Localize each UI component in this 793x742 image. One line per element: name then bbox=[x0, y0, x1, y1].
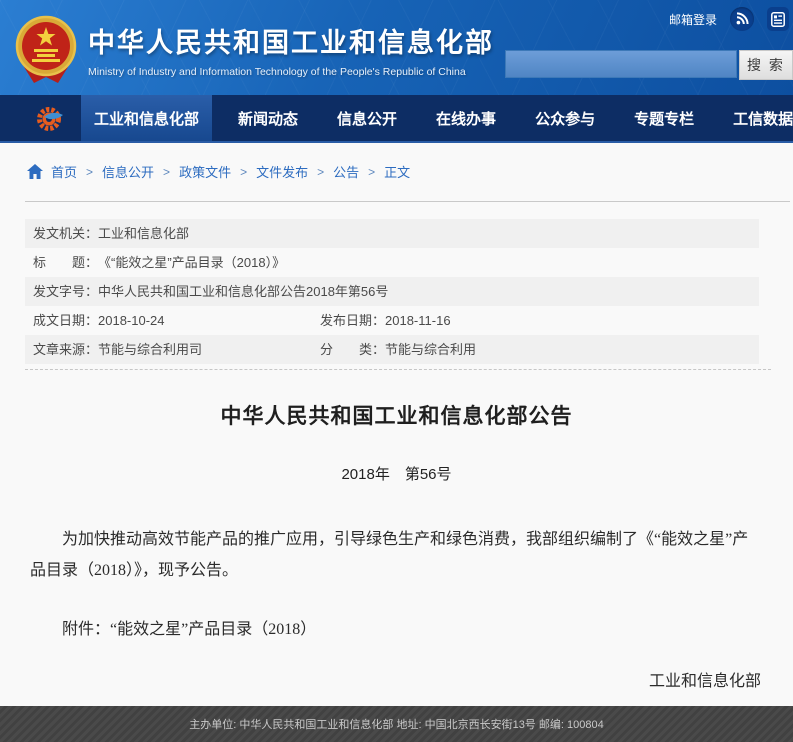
meta-pair-source: 文章来源：节能与综合利用司 bbox=[33, 335, 320, 364]
breadcrumb-home[interactable]: 首页 bbox=[51, 162, 77, 181]
meta-value: 《“能效之星”产品目录（2018）》 bbox=[98, 248, 285, 277]
meta-label: 分 类： bbox=[320, 342, 385, 357]
meta-value: 2018-11-16 bbox=[385, 313, 451, 328]
meta-dashed-divider bbox=[25, 369, 771, 370]
nav-item-online-services[interactable]: 在线办事 bbox=[423, 95, 509, 141]
meta-row-title: 标 题： 《“能效之星”产品目录（2018）》 bbox=[25, 248, 759, 277]
topbar: 邮箱登录 bbox=[669, 7, 787, 31]
meta-label: 发文字号： bbox=[33, 277, 98, 306]
national-emblem-logo bbox=[14, 15, 78, 90]
breadcrumb-separator: > bbox=[368, 165, 375, 179]
footer-host-info: 主办单位: 中华人民共和国工业和信息化部 地址: 中国北京西长安街13号 邮编:… bbox=[189, 719, 603, 731]
breadcrumb-announcement[interactable]: 公告 bbox=[333, 162, 359, 181]
meta-pair-publish-date: 发布日期：2018-11-16 bbox=[320, 306, 451, 335]
nav-item-miit-data[interactable]: 工信数据 bbox=[720, 95, 793, 141]
search-input[interactable] bbox=[505, 50, 737, 78]
breadcrumb-policy-documents[interactable]: 政策文件 bbox=[179, 162, 231, 181]
breadcrumb-info-disclosure[interactable]: 信息公开 bbox=[102, 162, 154, 181]
search-button[interactable]: 搜 索 bbox=[739, 50, 793, 80]
meta-label: 发文机关： bbox=[33, 219, 98, 248]
meta-label: 成文日期： bbox=[33, 313, 98, 328]
miit-gear-e-logo bbox=[36, 104, 66, 139]
nav-item-news[interactable]: 新闻动态 bbox=[225, 95, 311, 141]
rss-icon[interactable] bbox=[730, 7, 754, 31]
breadcrumb-separator: > bbox=[240, 165, 247, 179]
nav-item-info-disclosure[interactable]: 信息公开 bbox=[324, 95, 410, 141]
home-icon[interactable] bbox=[27, 164, 43, 179]
breadcrumb: 首页 > 信息公开 > 政策文件 > 文件发布 > 公告 > 正文 bbox=[27, 162, 410, 181]
breadcrumb-separator: > bbox=[317, 165, 324, 179]
list-icon[interactable] bbox=[767, 7, 789, 31]
breadcrumb-document-release[interactable]: 文件发布 bbox=[256, 162, 308, 181]
page: 中华人民共和国工业和信息化部 Ministry of Industry and … bbox=[0, 0, 793, 742]
search-bar: 搜 索 bbox=[505, 50, 793, 80]
announcement-title: 中华人民共和国工业和信息化部公告 bbox=[0, 400, 793, 430]
nav-item-special-topics[interactable]: 专题专栏 bbox=[621, 95, 707, 141]
meta-row-source-category: 文章来源：节能与综合利用司 分 类：节能与综合利用 bbox=[25, 335, 759, 364]
meta-row-dates: 成文日期：2018-10-24 发布日期：2018-11-16 bbox=[25, 306, 759, 335]
announcement-signer: 工业和信息化部 bbox=[30, 666, 763, 697]
site-header: 中华人民共和国工业和信息化部 Ministry of Industry and … bbox=[0, 0, 793, 95]
site-footer: 主办单位: 中华人民共和国工业和信息化部 地址: 中国北京西长安街13号 邮编:… bbox=[0, 706, 793, 742]
announcement-issue-number: 2018年 第56号 bbox=[0, 463, 793, 484]
document-meta-table: 发文机关： 工业和信息化部 标 题： 《“能效之星”产品目录（2018）》 发文… bbox=[25, 219, 759, 364]
meta-value: 2018-10-24 bbox=[98, 313, 165, 328]
nav-items: 工业和信息化部 新闻动态 信息公开 在线办事 公众参与 专题专栏 工信数据 bbox=[81, 95, 793, 141]
meta-row-issuing-agency: 发文机关： 工业和信息化部 bbox=[25, 219, 759, 248]
meta-pair-category: 分 类：节能与综合利用 bbox=[320, 335, 476, 364]
meta-label: 文章来源： bbox=[33, 342, 98, 357]
main-nav: 工业和信息化部 新闻动态 信息公开 在线办事 公众参与 专题专栏 工信数据 bbox=[0, 95, 793, 143]
announcement-article: 中华人民共和国工业和信息化部公告 2018年 第56号 为加快推动高效节能产品的… bbox=[0, 400, 793, 737]
meta-value: 节能与综合利用司 bbox=[98, 342, 202, 357]
breadcrumb-separator: > bbox=[86, 165, 93, 179]
nav-item-public-participation[interactable]: 公众参与 bbox=[522, 95, 608, 141]
breadcrumb-divider bbox=[25, 201, 790, 202]
meta-label: 发布日期： bbox=[320, 313, 385, 328]
meta-value: 中华人民共和国工业和信息化部公告2018年第56号 bbox=[98, 277, 388, 306]
site-title-block: 中华人民共和国工业和信息化部 Ministry of Industry and … bbox=[88, 21, 494, 78]
breadcrumb-current[interactable]: 正文 bbox=[384, 162, 410, 181]
meta-value: 工业和信息化部 bbox=[98, 219, 189, 248]
site-subtitle: Ministry of Industry and Information Tec… bbox=[88, 66, 494, 78]
nav-item-miit[interactable]: 工业和信息化部 bbox=[81, 95, 212, 141]
site-title: 中华人民共和国工业和信息化部 bbox=[88, 21, 494, 60]
meta-row-document-number: 发文字号： 中华人民共和国工业和信息化部公告2018年第56号 bbox=[25, 277, 759, 306]
breadcrumb-separator: > bbox=[163, 165, 170, 179]
email-login-link[interactable]: 邮箱登录 bbox=[669, 11, 717, 28]
announcement-paragraph: 为加快推动高效节能产品的推广应用，引导绿色生产和绿色消费，我部组织编制了《“能效… bbox=[30, 524, 763, 586]
meta-label: 标 题： bbox=[33, 248, 98, 277]
meta-pair-written-date: 成文日期：2018-10-24 bbox=[33, 306, 320, 335]
announcement-attachment-link[interactable]: 附件：“能效之星”产品目录（2018） bbox=[30, 614, 763, 645]
meta-value: 节能与综合利用 bbox=[385, 342, 476, 357]
